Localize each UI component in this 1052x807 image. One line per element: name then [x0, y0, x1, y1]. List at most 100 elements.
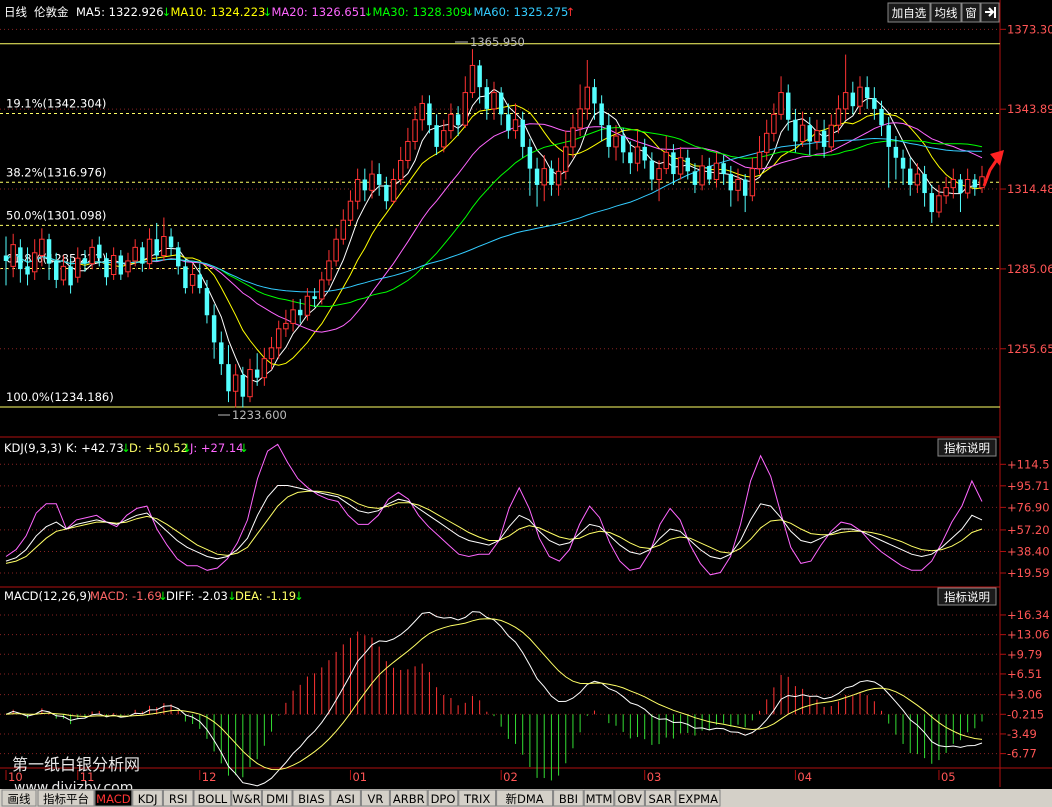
svg-text:K: +42.73: K: +42.73 [66, 441, 124, 455]
candle [10, 233, 16, 278]
candle-body [749, 168, 756, 197]
svg-text:指标说明: 指标说明 [944, 441, 990, 455]
candle [290, 298, 296, 332]
tab-[interactable]: 指标平台 [37, 789, 95, 807]
kdj-help-button[interactable]: 指标说明 [937, 438, 997, 457]
candle [512, 103, 519, 139]
candle [893, 136, 899, 180]
tab-bbi[interactable]: BBI [553, 789, 584, 807]
candle-body [950, 178, 957, 189]
tab-dpo[interactable]: DPO [427, 789, 459, 807]
candle-body [197, 274, 202, 289]
tab-sar[interactable]: SAR [644, 789, 676, 807]
svg-text:↓: ↓ [239, 441, 249, 455]
candle [541, 155, 547, 202]
candle [864, 76, 870, 109]
candle [886, 117, 891, 188]
candle-body [677, 157, 684, 175]
tab-boll[interactable]: BOLL [193, 789, 232, 807]
tab-macd[interactable]: MACD [94, 789, 133, 807]
candle-body [857, 86, 863, 107]
tab-expma[interactable]: EXPMA [675, 789, 721, 807]
macd-help-button[interactable]: 指标说明 [937, 587, 997, 606]
candle-body [771, 113, 777, 134]
candle [958, 174, 963, 213]
candle-body [427, 103, 432, 126]
tab-label: ASI [336, 792, 355, 806]
candle [326, 250, 332, 286]
tab-kdj[interactable]: KDJ [132, 789, 163, 807]
ma-value-arrow: ↑ [566, 5, 576, 19]
candle [319, 271, 325, 305]
candle [857, 76, 863, 115]
tab-dma[interactable]: 新DMA [496, 789, 554, 807]
candle [599, 95, 604, 142]
candle-body [979, 176, 985, 189]
tab-drawing[interactable]: 画线 [1, 789, 37, 807]
tab-label: SAR [649, 792, 672, 806]
candle-body [484, 87, 490, 109]
candle-body [649, 160, 655, 180]
window-button[interactable]: 窗 [961, 2, 981, 23]
candle-body [397, 159, 404, 180]
candle [721, 155, 726, 185]
candle-body [592, 87, 597, 104]
candle-body [506, 114, 511, 131]
candle [312, 288, 317, 308]
candle [663, 136, 669, 175]
candle [914, 163, 921, 194]
tab-arbr[interactable]: ARBR [389, 789, 428, 807]
kdj-axis-label: +76.90 [1007, 500, 1050, 514]
svg-text:第一纸白银分析网: 第一纸白银分析网 [12, 755, 140, 774]
tab-label: MTM [586, 792, 613, 806]
exit-arrow-icon[interactable] [980, 2, 1000, 23]
candle-body [232, 374, 239, 392]
svg-text:DEA: -1.19: DEA: -1.19 [235, 589, 296, 603]
tab-label: 指标平台 [43, 792, 89, 806]
candle-body [527, 146, 533, 169]
candle [491, 81, 497, 120]
candle-body [671, 152, 676, 175]
candle-body [835, 108, 842, 126]
candle [118, 250, 124, 280]
candle [685, 149, 690, 180]
candle-body [118, 255, 124, 275]
candle-body [628, 152, 633, 164]
candle-body [247, 369, 253, 398]
price-axis-label: 1314.481 [1007, 182, 1052, 196]
candle-body [60, 265, 67, 281]
kdj-axis-label: +95.71 [1007, 479, 1050, 493]
tab-vr[interactable]: VR [360, 789, 390, 807]
candle-body [692, 171, 698, 185]
candle [613, 125, 619, 161]
candle-body [914, 173, 921, 186]
svg-text:MACD: -1.69: MACD: -1.69 [90, 589, 162, 603]
candle-body [549, 168, 554, 185]
candle-body [786, 92, 791, 120]
price-axis-label: 1285.069 [1007, 262, 1052, 276]
tab-obv[interactable]: OBV [614, 789, 645, 807]
svg-text:KDJ(9,3,3): KDJ(9,3,3) [4, 441, 62, 455]
ma-settings-button[interactable]: 均线 [930, 2, 962, 23]
tab-wr[interactable]: W&R [231, 789, 262, 807]
tab-label: OBV [617, 792, 642, 806]
candle-body [362, 179, 368, 191]
month-label: 03 [647, 770, 662, 784]
add-watchlist-button[interactable]: 加自选 [887, 2, 931, 23]
price-grid [0, 28, 1000, 350]
fib-label: 19.1%(1342.304) [6, 96, 106, 110]
candle-body [146, 238, 153, 265]
candle [879, 100, 884, 137]
tab-bias[interactable]: BIAS [292, 789, 331, 807]
tab-dmi[interactable]: DMI [261, 789, 293, 807]
tab-asi[interactable]: ASI [330, 789, 361, 807]
candle-body [390, 178, 397, 202]
high-marker: 1365.950 [455, 35, 525, 49]
candle-body [268, 347, 275, 360]
tab-rsi[interactable]: RSI [162, 789, 194, 807]
tab-mtm[interactable]: MTM [583, 789, 615, 807]
svg-text:D: +50.52: D: +50.52 [129, 441, 188, 455]
candle [527, 138, 533, 196]
candle [908, 157, 913, 196]
tab-trix[interactable]: TRIX [458, 789, 497, 807]
